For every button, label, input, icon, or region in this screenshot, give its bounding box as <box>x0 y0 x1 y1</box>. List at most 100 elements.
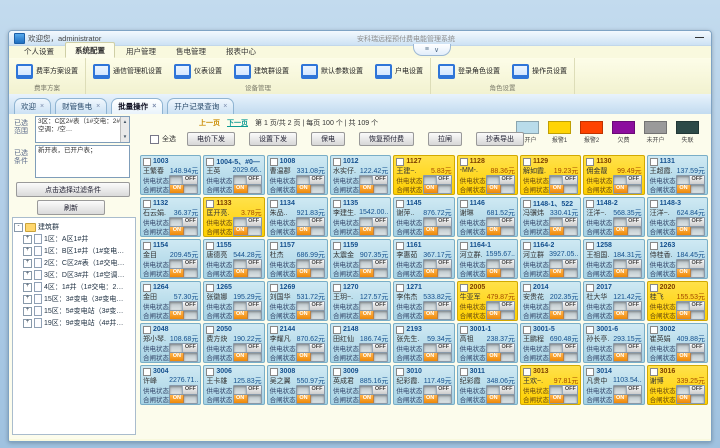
breaker-toggle[interactable]: ON <box>613 310 642 320</box>
breaker-toggle[interactable]: ON <box>359 268 388 278</box>
meter-card[interactable]: 1135 李建生. 1542.00.. 供电状态 OFF 合闸状态 ON <box>330 197 391 237</box>
card-checkbox[interactable] <box>586 284 594 292</box>
card-checkbox[interactable] <box>523 368 531 376</box>
card-checkbox[interactable] <box>650 368 658 376</box>
meter-card[interactable]: 1146 谢琳 681.52元 供电状态 OFF 合闸状态 ON <box>457 197 518 237</box>
breaker-toggle[interactable]: ON <box>423 310 452 320</box>
breaker-toggle[interactable]: ON <box>549 184 578 194</box>
close-tab-icon[interactable]: × <box>40 103 44 110</box>
meter-card[interactable]: 1133 匡开亮. 3.78元 供电状态 OFF 合闸状态 ON <box>203 197 264 237</box>
breaker-toggle[interactable]: ON <box>613 226 642 236</box>
breaker-toggle[interactable]: ON <box>359 352 388 362</box>
card-checkbox[interactable] <box>396 284 404 292</box>
meter-card[interactable]: 2144 李耀凡 870.62元 供电状态 OFF 合闸状态 ON <box>267 323 328 363</box>
card-checkbox[interactable] <box>270 158 278 166</box>
breaker-toggle[interactable]: ON <box>296 352 325 362</box>
breaker-toggle[interactable]: ON <box>296 268 325 278</box>
card-checkbox[interactable] <box>270 242 278 250</box>
breaker-toggle[interactable]: ON <box>359 226 388 236</box>
tree-item[interactable]: + 1区：A区1#井 <box>23 234 134 244</box>
card-checkbox[interactable] <box>460 368 468 376</box>
meter-card[interactable]: 1145 谢萍.. 876.72元 供电状态 OFF 合闸状态 ON <box>393 197 454 237</box>
card-checkbox[interactable] <box>586 368 594 376</box>
toolbar-button[interactable]: 保电 <box>311 132 345 146</box>
card-checkbox[interactable] <box>460 242 468 250</box>
meter-card[interactable]: 1155 唐德亮 544.28元 供电状态 OFF 合闸状态 ON <box>203 239 264 279</box>
breaker-toggle[interactable]: ON <box>549 310 578 320</box>
breaker-toggle[interactable]: ON <box>296 310 325 320</box>
card-checkbox[interactable] <box>206 284 214 292</box>
meter-card[interactable]: 1012 水实仔. 122.42元 供电状态 OFF 合闸状态 ON <box>330 155 391 195</box>
card-checkbox[interactable] <box>270 368 278 376</box>
ribbon-button[interactable]: 建筑群设置 <box>232 63 291 80</box>
meter-card[interactable]: 3002 崔英娟 409.88元 供电状态 OFF 合闸状态 ON <box>647 323 708 363</box>
card-checkbox[interactable] <box>523 158 531 166</box>
breaker-toggle[interactable]: ON <box>423 226 452 236</box>
breaker-toggle[interactable]: ON <box>296 226 325 236</box>
breaker-toggle[interactable]: ON <box>676 352 705 362</box>
card-checkbox[interactable] <box>650 242 658 250</box>
card-checkbox[interactable] <box>396 326 404 334</box>
expand-icon[interactable]: + <box>23 307 32 316</box>
card-checkbox[interactable] <box>143 158 151 166</box>
breaker-toggle[interactable]: ON <box>613 184 642 194</box>
meter-card[interactable]: 3001-1 高祖 238.37元 供电状态 OFF 合闸状态 ON <box>457 323 518 363</box>
menu-tab[interactable]: 用户管理 <box>117 44 165 58</box>
close-tab-icon[interactable]: × <box>152 103 156 110</box>
card-checkbox[interactable] <box>650 284 658 292</box>
meter-card[interactable]: 2148 田红仙 186.74元 供电状态 OFF 合闸状态 ON <box>330 323 391 363</box>
breaker-toggle[interactable]: ON <box>296 184 325 194</box>
tree-item[interactable]: + 19区：9#变电站（4#井… <box>23 318 134 328</box>
expand-icon[interactable]: + <box>23 247 32 256</box>
breaker-toggle[interactable]: ON <box>486 394 515 404</box>
card-checkbox[interactable] <box>586 200 594 208</box>
breaker-toggle[interactable]: ON <box>359 184 388 194</box>
meter-card[interactable]: 1148-1、522 冯骥炜 330.41元 供电状态 OFF 合闸状态 ON <box>520 197 581 237</box>
card-checkbox[interactable] <box>333 158 341 166</box>
card-checkbox[interactable] <box>523 242 531 250</box>
card-checkbox[interactable] <box>396 200 404 208</box>
card-checkbox[interactable] <box>143 242 151 250</box>
card-checkbox[interactable] <box>650 326 658 334</box>
ribbon-button[interactable]: 登录角色设置 <box>436 63 502 80</box>
ribbon-button[interactable]: 仪表设置 <box>172 63 224 80</box>
card-checkbox[interactable] <box>143 284 151 292</box>
tree-item[interactable]: + 15区：3#变电（3#变电… <box>23 294 134 304</box>
breaker-toggle[interactable]: ON <box>423 184 452 194</box>
meter-card[interactable]: 2050 费方炔 190.22元 供电状态 OFF 合闸状态 ON <box>203 323 264 363</box>
card-checkbox[interactable] <box>586 242 594 250</box>
card-checkbox[interactable] <box>206 158 214 166</box>
meter-card[interactable]: 1004-5、#0— 王英 2029.66.. 供电状态 OFF 合闸状态 ON <box>203 155 264 195</box>
card-checkbox[interactable] <box>143 368 151 376</box>
breaker-toggle[interactable]: ON <box>676 184 705 194</box>
meter-card[interactable]: 1127 王建~. 5.83元 供电状态 OFF 合闸状态 ON <box>393 155 454 195</box>
breaker-toggle[interactable]: ON <box>613 352 642 362</box>
close-tab-icon[interactable]: × <box>96 103 100 110</box>
card-checkbox[interactable] <box>396 368 404 376</box>
expand-icon[interactable]: + <box>23 319 32 328</box>
meter-card[interactable]: 2017 杜大华 121.42元 供电状态 OFF 合闸状态 ON <box>583 281 644 321</box>
breaker-toggle[interactable]: ON <box>549 226 578 236</box>
toolbar-button[interactable]: 抄表导出 <box>476 132 524 146</box>
prev-page-link[interactable]: 上一页 <box>199 118 220 128</box>
card-checkbox[interactable] <box>586 326 594 334</box>
breaker-toggle[interactable]: ON <box>423 352 452 362</box>
meter-card[interactable]: 1157 杜杰 686.99元 供电状态 OFF 合闸状态 ON <box>267 239 328 279</box>
expand-icon[interactable]: + <box>23 235 32 244</box>
expand-icon[interactable]: + <box>23 259 32 268</box>
breaker-toggle[interactable]: ON <box>233 310 262 320</box>
breaker-toggle[interactable]: ON <box>549 394 578 404</box>
card-checkbox[interactable] <box>270 326 278 334</box>
meter-card[interactable]: 1164-1 河立群. 1595.67.. 供电状态 OFF 合闸状态 ON <box>457 239 518 279</box>
breaker-toggle[interactable]: ON <box>676 268 705 278</box>
breaker-toggle[interactable]: ON <box>549 352 578 362</box>
meter-card[interactable]: 1134 朱品.. 921.83元 供电状态 OFF 合闸状态 ON <box>267 197 328 237</box>
selected-range-box[interactable]: 3区：C区2#表（1#交电：2#空调：/空… ▲ ▼ <box>35 116 130 143</box>
scroll-up-icon[interactable]: ▲ <box>123 118 127 126</box>
card-checkbox[interactable] <box>460 326 468 334</box>
breaker-toggle[interactable]: ON <box>233 394 262 404</box>
document-tab[interactable]: 开户记录查询 × <box>167 98 234 114</box>
choose-filter-button[interactable]: 点击选择过滤条件 <box>16 182 130 197</box>
scrollbar[interactable]: ▲ ▼ <box>120 117 129 142</box>
meter-card[interactable]: 3001-6 孙长亭. 293.15元 供电状态 OFF 合闸状态 ON <box>583 323 644 363</box>
